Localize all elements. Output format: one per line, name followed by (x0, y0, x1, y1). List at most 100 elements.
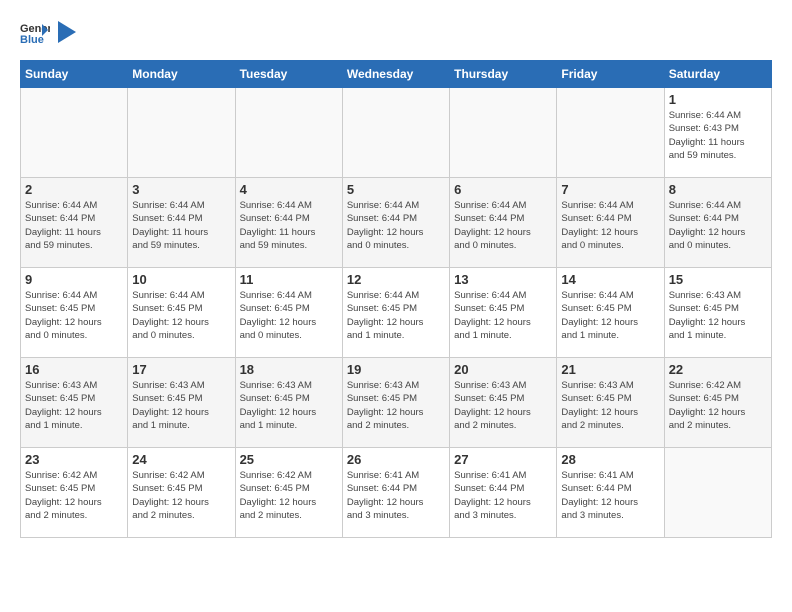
day-number: 10 (132, 272, 230, 287)
day-number: 16 (25, 362, 123, 377)
weekday-header-tuesday: Tuesday (235, 61, 342, 88)
calendar-cell: 2 Sunrise: 6:44 AM Sunset: 6:44 PM Daylig… (21, 178, 128, 268)
weekday-header-monday: Monday (128, 61, 235, 88)
day-number: 17 (132, 362, 230, 377)
day-info: Sunrise: 6:43 AM Sunset: 6:45 PM Dayligh… (25, 379, 123, 432)
day-info: Sunrise: 6:44 AM Sunset: 6:45 PM Dayligh… (240, 289, 338, 342)
day-number: 13 (454, 272, 552, 287)
day-info: Sunrise: 6:41 AM Sunset: 6:44 PM Dayligh… (347, 469, 445, 522)
calendar-cell: 10 Sunrise: 6:44 AM Sunset: 6:45 PM Dayli… (128, 268, 235, 358)
calendar-cell: 24 Sunrise: 6:42 AM Sunset: 6:45 PM Dayli… (128, 448, 235, 538)
weekday-header-friday: Friday (557, 61, 664, 88)
logo-icon: General Blue (20, 20, 50, 44)
day-number: 25 (240, 452, 338, 467)
calendar-cell: 5Sunrise: 6:44 AM Sunset: 6:44 PM Daylig… (342, 178, 449, 268)
day-info: Sunrise: 6:44 AM Sunset: 6:45 PM Dayligh… (561, 289, 659, 342)
day-number: 7 (561, 182, 659, 197)
calendar-cell: 13 Sunrise: 6:44 AM Sunset: 6:45 PM Dayli… (450, 268, 557, 358)
day-number: 14 (561, 272, 659, 287)
day-number: 28 (561, 452, 659, 467)
calendar-cell: 27 Sunrise: 6:41 AM Sunset: 6:44 PM Dayli… (450, 448, 557, 538)
day-info: Sunrise: 6:42 AM Sunset: 6:45 PM Dayligh… (669, 379, 767, 432)
day-info: Sunrise: 6:44 AM Sunset: 6:44 PM Dayligh… (132, 199, 230, 252)
day-number: 23 (25, 452, 123, 467)
calendar-cell (450, 88, 557, 178)
calendar-cell: 28 Sunrise: 6:41 AM Sunset: 6:44 PM Dayli… (557, 448, 664, 538)
day-number: 19 (347, 362, 445, 377)
day-number: 2 (25, 182, 123, 197)
weekday-header-sunday: Sunday (21, 61, 128, 88)
calendar-cell (342, 88, 449, 178)
day-info: Sunrise: 6:44 AM Sunset: 6:43 PM Dayligh… (669, 109, 767, 162)
day-info: Sunrise: 6:44 AM Sunset: 6:44 PM Dayligh… (669, 199, 767, 252)
calendar-cell (664, 448, 771, 538)
day-info: Sunrise: 6:44 AM Sunset: 6:45 PM Dayligh… (347, 289, 445, 342)
calendar-cell (128, 88, 235, 178)
calendar-cell: 18 Sunrise: 6:43 AM Sunset: 6:45 PM Dayli… (235, 358, 342, 448)
calendar-cell (235, 88, 342, 178)
calendar-cell: 8 Sunrise: 6:44 AM Sunset: 6:44 PM Daylig… (664, 178, 771, 268)
day-number: 12 (347, 272, 445, 287)
calendar-cell: 16 Sunrise: 6:43 AM Sunset: 6:45 PM Dayli… (21, 358, 128, 448)
calendar-cell: 1 Sunrise: 6:44 AM Sunset: 6:43 PM Daylig… (664, 88, 771, 178)
calendar-cell: 20 Sunrise: 6:43 AM Sunset: 6:45 PM Dayli… (450, 358, 557, 448)
page-header: General Blue (20, 20, 772, 44)
day-info: Sunrise: 6:41 AM Sunset: 6:44 PM Dayligh… (454, 469, 552, 522)
day-number: 20 (454, 362, 552, 377)
day-number: 21 (561, 362, 659, 377)
day-info: Sunrise: 6:44 AM Sunset: 6:44 PM Dayligh… (240, 199, 338, 252)
calendar-cell: 19 Sunrise: 6:43 AM Sunset: 6:45 PM Dayli… (342, 358, 449, 448)
day-number: 27 (454, 452, 552, 467)
logo-arrow-icon (58, 21, 76, 43)
day-info: Sunrise: 6:42 AM Sunset: 6:45 PM Dayligh… (240, 469, 338, 522)
calendar-cell: 6 Sunrise: 6:44 AM Sunset: 6:44 PM Daylig… (450, 178, 557, 268)
day-number: 9 (25, 272, 123, 287)
calendar-cell: 12 Sunrise: 6:44 AM Sunset: 6:45 PM Dayli… (342, 268, 449, 358)
day-number: 24 (132, 452, 230, 467)
day-number: 1 (669, 92, 767, 107)
day-number: 11 (240, 272, 338, 287)
calendar-cell: 22 Sunrise: 6:42 AM Sunset: 6:45 PM Dayli… (664, 358, 771, 448)
weekday-header-thursday: Thursday (450, 61, 557, 88)
day-info: Sunrise: 6:44 AM Sunset: 6:44 PM Dayligh… (25, 199, 123, 252)
day-info: Sunrise: 6:43 AM Sunset: 6:45 PM Dayligh… (454, 379, 552, 432)
day-info: Sunrise: 6:41 AM Sunset: 6:44 PM Dayligh… (561, 469, 659, 522)
day-number: 22 (669, 362, 767, 377)
day-info: Sunrise: 6:44 AM Sunset: 6:45 PM Dayligh… (454, 289, 552, 342)
calendar-cell: 4 Sunrise: 6:44 AM Sunset: 6:44 PM Daylig… (235, 178, 342, 268)
day-number: 8 (669, 182, 767, 197)
day-number: 18 (240, 362, 338, 377)
calendar-cell: 14 Sunrise: 6:44 AM Sunset: 6:45 PM Dayli… (557, 268, 664, 358)
calendar-table: SundayMondayTuesdayWednesdayThursdayFrid… (20, 60, 772, 538)
day-info: Sunrise: 6:43 AM Sunset: 6:45 PM Dayligh… (669, 289, 767, 342)
day-number: 6 (454, 182, 552, 197)
weekday-header-saturday: Saturday (664, 61, 771, 88)
calendar-cell: 21Sunrise: 6:43 AM Sunset: 6:45 PM Dayli… (557, 358, 664, 448)
svg-text:Blue: Blue (20, 34, 44, 44)
calendar-cell: 11 Sunrise: 6:44 AM Sunset: 6:45 PM Dayli… (235, 268, 342, 358)
day-number: 4 (240, 182, 338, 197)
calendar-cell: 9Sunrise: 6:44 AM Sunset: 6:45 PM Daylig… (21, 268, 128, 358)
logo: General Blue (20, 20, 76, 44)
day-info: Sunrise: 6:43 AM Sunset: 6:45 PM Dayligh… (240, 379, 338, 432)
calendar-cell: 17 Sunrise: 6:43 AM Sunset: 6:45 PM Dayli… (128, 358, 235, 448)
day-number: 26 (347, 452, 445, 467)
day-info: Sunrise: 6:44 AM Sunset: 6:45 PM Dayligh… (132, 289, 230, 342)
calendar-cell: 15 Sunrise: 6:43 AM Sunset: 6:45 PM Dayli… (664, 268, 771, 358)
calendar-cell (557, 88, 664, 178)
calendar-cell: 7Sunrise: 6:44 AM Sunset: 6:44 PM Daylig… (557, 178, 664, 268)
calendar-cell: 26 Sunrise: 6:41 AM Sunset: 6:44 PM Dayli… (342, 448, 449, 538)
day-info: Sunrise: 6:43 AM Sunset: 6:45 PM Dayligh… (347, 379, 445, 432)
day-number: 5 (347, 182, 445, 197)
day-info: Sunrise: 6:42 AM Sunset: 6:45 PM Dayligh… (132, 469, 230, 522)
calendar-cell: 23 Sunrise: 6:42 AM Sunset: 6:45 PM Dayli… (21, 448, 128, 538)
day-info: Sunrise: 6:44 AM Sunset: 6:44 PM Dayligh… (454, 199, 552, 252)
day-info: Sunrise: 6:43 AM Sunset: 6:45 PM Dayligh… (132, 379, 230, 432)
day-number: 15 (669, 272, 767, 287)
calendar-cell: 25 Sunrise: 6:42 AM Sunset: 6:45 PM Dayli… (235, 448, 342, 538)
calendar-cell: 3 Sunrise: 6:44 AM Sunset: 6:44 PM Daylig… (128, 178, 235, 268)
weekday-header-wednesday: Wednesday (342, 61, 449, 88)
day-number: 3 (132, 182, 230, 197)
day-info: Sunrise: 6:42 AM Sunset: 6:45 PM Dayligh… (25, 469, 123, 522)
calendar-cell (21, 88, 128, 178)
